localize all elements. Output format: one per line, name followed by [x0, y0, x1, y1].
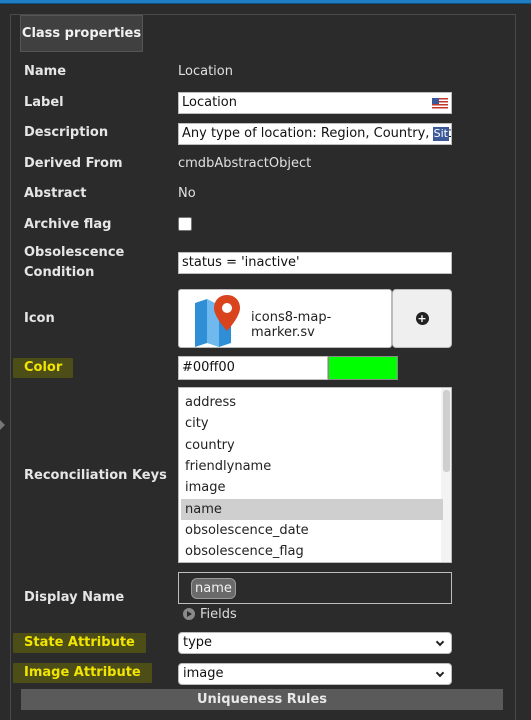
name-label: Name	[24, 64, 67, 79]
list-item[interactable]: name	[181, 498, 443, 520]
label-label: Label	[24, 95, 64, 110]
derived-from-value: cmdbAbstractObject	[178, 156, 312, 171]
display-name-field[interactable]: name	[178, 572, 452, 604]
list-item[interactable]: address	[181, 392, 443, 413]
display-name-tag[interactable]: name	[191, 578, 236, 599]
obsolescence-label-line2: Condition	[24, 265, 95, 280]
language-badge[interactable]: Sit	[432, 127, 449, 141]
derived-from-label: Derived From	[24, 156, 123, 171]
description-input[interactable]: Any type of location: Region, Country, C…	[178, 123, 452, 145]
reconciliation-keys-listbox[interactable]: address city country friendlyname image name o…	[178, 387, 452, 563]
list-item[interactable]: friendlyname	[181, 456, 443, 477]
abstract-value: No	[178, 186, 196, 201]
label-input-value: Location	[182, 95, 237, 110]
listbox-scroll-thumb[interactable]	[443, 390, 450, 472]
list-item[interactable]: obsolescence_flag	[181, 541, 443, 562]
color-input[interactable]: #00ff00	[178, 356, 328, 380]
map-marker-icon	[195, 295, 240, 347]
plus-circle-icon: +	[415, 312, 429, 325]
add-icon-button[interactable]: +	[392, 289, 452, 348]
archive-flag-checkbox[interactable]	[178, 217, 192, 231]
chevron-down-icon	[435, 637, 445, 647]
abstract-label: Abstract	[24, 186, 87, 201]
display-name-label: Display Name	[24, 590, 125, 605]
top-accent-bar	[0, 0, 531, 4]
name-value: Location	[178, 64, 233, 79]
description-label: Description	[24, 125, 109, 140]
image-attribute-value: image	[183, 666, 224, 681]
list-item[interactable]: image	[181, 477, 443, 498]
archive-flag-label: Archive flag	[24, 217, 112, 232]
fields-toggle-label: Fields	[200, 606, 237, 622]
us-flag-icon[interactable]	[432, 98, 448, 109]
icon-label: Icon	[24, 311, 55, 326]
image-attribute-label: Image Attribute	[13, 663, 152, 683]
expand-triangle-icon	[183, 608, 195, 620]
collapse-arrow-icon[interactable]	[0, 420, 5, 430]
chevron-down-icon	[435, 668, 445, 678]
list-item[interactable]: city	[181, 413, 443, 434]
state-attribute-label: State Attribute	[13, 633, 146, 653]
color-label: Color	[13, 358, 74, 378]
state-attribute-select[interactable]: type	[178, 632, 452, 654]
label-input[interactable]: Location	[178, 92, 452, 114]
obsolescence-condition-input[interactable]: status = 'inactive'	[178, 252, 452, 274]
panel-legend: Class properties	[20, 15, 143, 52]
color-swatch[interactable]	[328, 356, 398, 380]
list-item[interactable]: obsolescence_date	[181, 520, 443, 541]
icon-preview[interactable]: icons8-map-marker.sv	[178, 289, 392, 348]
reconciliation-keys-label: Reconciliation Keys	[24, 468, 167, 483]
image-attribute-select[interactable]: image	[178, 663, 452, 685]
icon-filename: icons8-map-marker.sv	[251, 310, 332, 340]
description-input-value: Any type of location: Region, Country, C…	[182, 126, 451, 141]
list-item[interactable]: country	[181, 435, 443, 456]
uniqueness-rules-header[interactable]: Uniqueness Rules	[21, 689, 503, 710]
obsolescence-label-line1: Obsolescence	[24, 245, 125, 260]
fields-toggle[interactable]: Fields	[183, 606, 237, 622]
state-attribute-value: type	[183, 635, 213, 650]
